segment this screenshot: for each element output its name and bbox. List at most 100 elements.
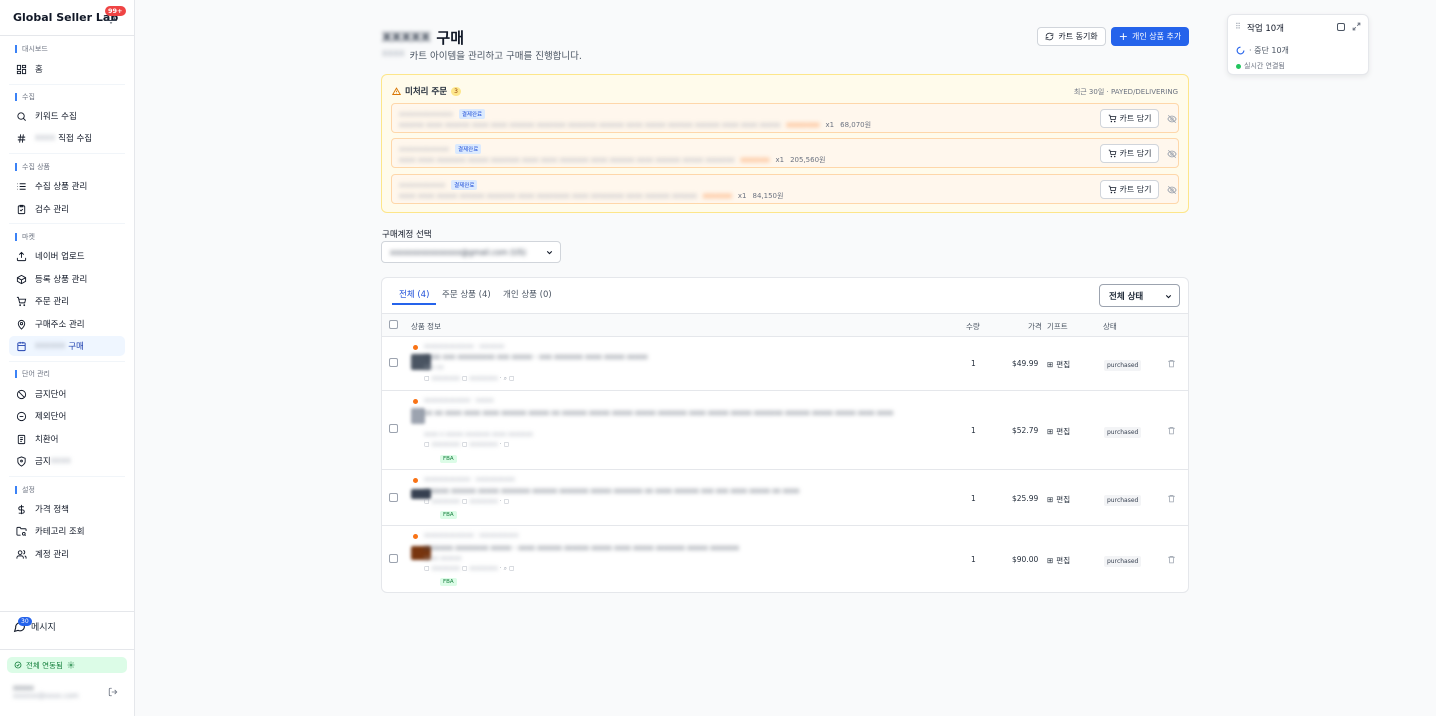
tab-all[interactable]: 전체 (4) xyxy=(392,288,437,305)
sidebar-item-purchase[interactable]: xxxxxx 구매 xyxy=(9,336,125,356)
trash-icon[interactable] xyxy=(1167,359,1176,368)
pending-order-row: xxxxxxxxxxxxxx 결제완료 xxxxxx xxxx xxxxxx xx… xyxy=(391,103,1179,133)
trash-icon[interactable] xyxy=(1167,555,1176,564)
sidebar-item-review[interactable]: 검수 관리 xyxy=(9,199,125,219)
nav-divider xyxy=(9,153,125,154)
task-panel: ⠿ 작업 10개 · 중단 10개 실시간 연결됨 xyxy=(1227,14,1369,75)
status-badge: 결제완료 xyxy=(451,180,478,190)
sidebar-item-banned-other[interactable]: 금지 xxxx xyxy=(9,451,125,471)
sidebar-item-purchase-address[interactable]: 구매주소 관리 xyxy=(9,314,125,334)
row-checkbox[interactable] xyxy=(389,554,398,563)
sync-status-label: 전체 연동됨 xyxy=(26,660,63,670)
gift-edit-button[interactable]: ⊞ 편집 xyxy=(1047,359,1070,370)
sync-status-pill[interactable]: 전체 연동됨 xyxy=(7,657,127,673)
gift-edit-label: 편집 xyxy=(1056,360,1071,369)
order-description: xxxxxx xxxx xxxxxx xxxx xxxx xxxxxx xxxx… xyxy=(399,121,781,129)
row-checkbox[interactable] xyxy=(389,358,398,367)
blurred-text: xxxx xyxy=(50,456,71,466)
cart-icon xyxy=(1108,114,1116,123)
blurred-text: xxxxx xyxy=(382,27,431,45)
tab-personal-items[interactable]: 개인 상품 (0) xyxy=(503,288,552,305)
page-subtitle: xxxx 카트 아이템을 관리하고 구매를 진행합니다. xyxy=(382,48,582,62)
qty-value: 1 xyxy=(971,494,976,503)
page-subtitle-text: 카트 아이템을 관리하고 구매를 진행합니다. xyxy=(409,51,582,62)
eye-off-icon[interactable] xyxy=(1167,185,1177,195)
eye-off-icon[interactable] xyxy=(1167,114,1177,124)
table-row: xxxxxxxxxxxxx · xxxxx xx xx xxxx xxxx xx… xyxy=(382,391,1188,470)
row-checkbox[interactable] xyxy=(389,424,398,433)
add-to-cart-button[interactable]: 카트 담기 xyxy=(1100,109,1159,128)
dollar-icon xyxy=(18,504,25,514)
minimize-icon[interactable] xyxy=(1337,23,1345,31)
sidebar-item-category-search[interactable]: 카테고리 조회 xyxy=(9,521,125,541)
tab-order-items[interactable]: 주문 상품 (4) xyxy=(442,288,491,305)
plus-icon: + xyxy=(1118,30,1128,43)
product-actions: ▢ xxxxxxxx ▢ xxxxxxxx · ⌕ ▢ xyxy=(424,565,515,572)
expand-icon[interactable] xyxy=(1352,22,1361,31)
sidebar-item-excluded-words[interactable]: 제외단어 xyxy=(9,406,125,426)
sidebar-item-direct-collect[interactable]: xxxx 직접 수집 xyxy=(9,128,125,148)
gift-edit-button[interactable]: ⊞ 편집 xyxy=(1047,555,1070,566)
sidebar-item-orders[interactable]: 주문 관리 xyxy=(9,291,125,311)
pending-orders-header: 미처리 주문 3 xyxy=(392,85,461,97)
spinner-icon xyxy=(1236,46,1245,55)
trash-icon[interactable] xyxy=(1167,494,1176,503)
status-filter-select[interactable]: 전체 상태 xyxy=(1099,284,1180,307)
drag-handle-icon[interactable]: ⠿ xyxy=(1235,22,1241,31)
eye-off-icon[interactable] xyxy=(1167,149,1177,159)
sidebar-item-collected-products[interactable]: 수집 상품 관리 xyxy=(9,176,125,196)
sidebar-item-keyword-collect[interactable]: 키워드 수집 xyxy=(9,106,125,126)
user-email: xxxxxx@xxxx.com xyxy=(13,692,79,700)
pending-count-badge: 3 xyxy=(451,86,461,96)
clipboard-check-icon xyxy=(17,204,26,214)
sidebar-item-naver-upload[interactable]: 네이버 업로드 xyxy=(9,246,125,266)
blurred-text: xxxxxx xyxy=(35,341,66,351)
account-select[interactable]: xxxxxxxxxxxxxxxx@gmail.com (US) xyxy=(381,241,561,263)
pending-orders-meta: 최근 30일 · PAYED/DELIVERING xyxy=(1073,88,1178,96)
messages-button[interactable]: 30 메시지 xyxy=(13,617,56,633)
status-dot xyxy=(413,534,418,539)
gift-edit-button[interactable]: ⊞ 편집 xyxy=(1047,426,1070,437)
sidebar-item-label: 키워드 수집 xyxy=(35,112,77,122)
brand-title[interactable]: Global Seller Lab xyxy=(13,11,118,24)
select-all-checkbox[interactable] xyxy=(389,320,398,329)
order-id: xxxxxxxxxxxx xyxy=(399,181,446,189)
add-to-cart-button[interactable]: 카트 담기 xyxy=(1100,144,1159,163)
sidebar-item-accounts[interactable]: 계정 관리 xyxy=(9,544,125,564)
task-panel-title: 작업 10개 xyxy=(1247,24,1284,34)
pending-orders-panel: 미처리 주문 3 최근 30일 · PAYED/DELIVERING xxxxx… xyxy=(381,74,1189,213)
status-badge: 결제완료 xyxy=(455,144,482,154)
blurred-text: xxxx xyxy=(35,133,56,143)
sidebar-item-label: 등록 상품 관리 xyxy=(35,275,88,285)
task-status-line: · 중단 10개 xyxy=(1236,45,1289,56)
sidebar-item-price-policy[interactable]: 가격 정책 xyxy=(9,499,125,519)
sidebar-item-banned-words[interactable]: 금지단어 xyxy=(9,384,125,404)
live-label: 실시간 연결됨 xyxy=(1244,62,1285,70)
sidebar-item-label: 금지단어 xyxy=(35,390,67,400)
sidebar-item-home[interactable]: 홈 xyxy=(9,59,125,79)
add-to-cart-button[interactable]: 카트 담기 xyxy=(1100,180,1159,199)
sidebar-item-label: 구매 xyxy=(68,342,84,352)
gift-icon: ⊞ xyxy=(1047,427,1054,436)
order-code: xxxxxxx xyxy=(740,156,770,164)
nav-section-dashboard: 대시보드 xyxy=(15,45,48,53)
product-title: xxxxxxx xxxxxxxx xxxxx - xxxx xxxxxx xxx… xyxy=(424,544,740,552)
gift-edit-button[interactable]: ⊞ 편집 xyxy=(1047,494,1070,505)
status-dot xyxy=(413,345,418,350)
product-title: xxxxxx xxxxxx xxxxx xxxxxxx xxxxxx xxxxx… xyxy=(424,487,800,495)
message-count-badge: 30 xyxy=(18,617,32,626)
task-status-text: · 중단 10개 xyxy=(1249,46,1289,55)
cart-sync-button[interactable]: 카트 동기화 xyxy=(1037,27,1106,46)
sidebar-item-registered-products[interactable]: 등록 상품 관리 xyxy=(9,269,125,289)
order-description: xxxx xxxx xxxxx xxxxxx xxxxxxx xxxx xxxx… xyxy=(399,192,697,200)
gift-icon: ⊞ xyxy=(1047,556,1054,565)
logout-icon[interactable] xyxy=(108,687,118,697)
sidebar-item-replace-words[interactable]: 치환어 xyxy=(9,429,125,449)
nav-divider xyxy=(9,476,125,477)
row-checkbox[interactable] xyxy=(389,493,398,502)
nav-section-market: 마켓 xyxy=(15,233,35,241)
trash-icon[interactable] xyxy=(1167,426,1176,435)
add-personal-item-button[interactable]: + 개인 상품 추가 xyxy=(1111,27,1189,46)
sidebar-item-label: 검수 관리 xyxy=(35,205,69,215)
product-thumbnail xyxy=(411,408,425,424)
